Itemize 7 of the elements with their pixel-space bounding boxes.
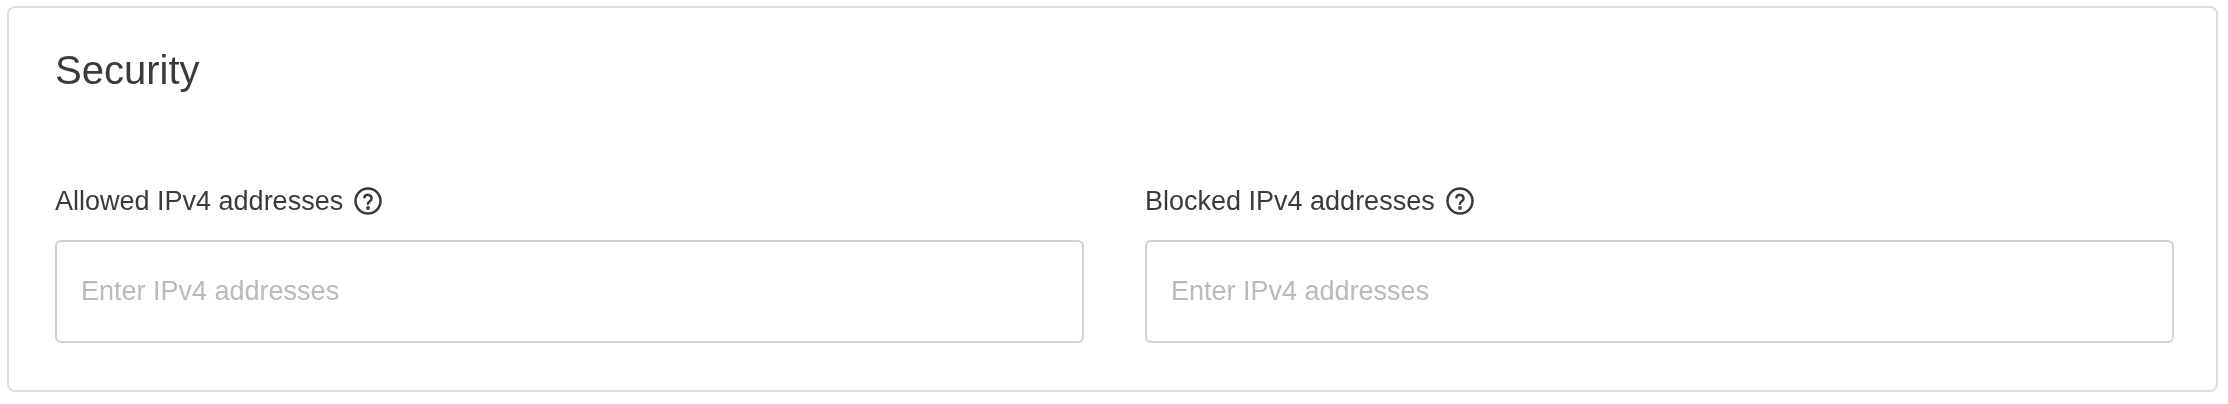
section-title: Security: [55, 47, 200, 94]
help-icon[interactable]: [353, 186, 384, 216]
field-label: Blocked IPv4 addresses: [1145, 185, 1435, 217]
input-field[interactable]: Enter IPv4 addresses: [1145, 240, 2174, 343]
field-label: Allowed IPv4 addresses: [55, 185, 344, 217]
input-field[interactable]: Enter IPv4 addresses: [55, 240, 1084, 343]
help-icon[interactable]: [1444, 186, 1475, 216]
